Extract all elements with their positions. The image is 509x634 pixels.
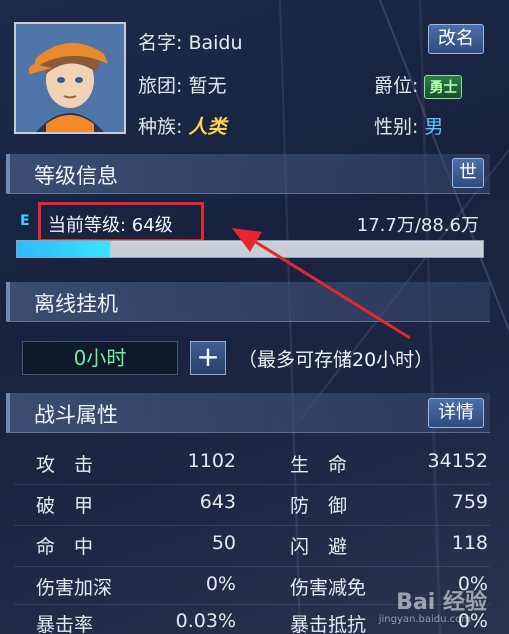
guild-label: 旅团: — [138, 75, 183, 97]
offline-timer: 0小时 — [22, 341, 178, 375]
offline-section-title: 离线挂机 — [34, 292, 118, 316]
stat-label: 暴击率 — [36, 614, 94, 634]
rank-badge: 勇士 — [424, 74, 463, 99]
stat-label: 防 御 — [290, 495, 348, 517]
offline-section-header: 离线挂机 — [6, 282, 490, 322]
stat-label: 命 中 — [36, 536, 94, 558]
avatar[interactable] — [14, 22, 126, 134]
watermark-logo: Bai 经验 — [396, 590, 487, 615]
stat-value: 118 — [451, 532, 488, 554]
level-section-title: 等级信息 — [34, 164, 118, 188]
name-label: 名字: — [138, 32, 183, 54]
stat-value: 759 — [451, 491, 488, 513]
race-label: 种族: — [138, 116, 183, 138]
name-row: 名字: Baidu — [138, 28, 243, 55]
stat-label: 伤害减免 — [290, 577, 367, 599]
stat-value: 0% — [205, 573, 236, 595]
rank-row: 爵位: 勇士 — [374, 71, 463, 99]
stat-value: 643 — [199, 491, 236, 513]
guild-row: 旅团: 暂无 — [138, 71, 226, 98]
race-row: 种族: 人类 — [138, 112, 226, 139]
stat-value: 0.03% — [175, 610, 236, 632]
stat-value: 34152 — [427, 450, 488, 472]
divider — [14, 566, 490, 567]
stat-label: 生 命 — [290, 454, 348, 476]
gender-label: 性别: — [374, 116, 419, 138]
stat-value: 50 — [211, 532, 236, 554]
race-value: 人类 — [188, 116, 227, 138]
divider — [14, 525, 490, 526]
divider — [14, 484, 490, 485]
stat-label: 破 甲 — [36, 495, 94, 517]
name-value: Baidu — [188, 32, 243, 54]
exp-bar — [16, 240, 484, 258]
level-highlight-box — [38, 202, 204, 242]
rank-label: 爵位: — [374, 75, 419, 97]
guild-value: 暂无 — [188, 75, 227, 97]
level-section-header: 等级信息 — [6, 154, 490, 194]
section-accent — [6, 393, 10, 432]
stat-label: 攻 击 — [36, 454, 94, 476]
combat-section-title: 战斗属性 — [34, 403, 118, 427]
character-portrait-icon — [16, 24, 124, 132]
stat-label: 暴击抵抗 — [290, 614, 367, 634]
section-accent — [6, 154, 10, 193]
world-button[interactable]: 世 — [452, 158, 484, 188]
add-offline-time-button[interactable]: + — [190, 341, 226, 375]
details-button[interactable]: 详情 — [428, 398, 484, 428]
stat-label: 伤害加深 — [36, 577, 113, 599]
gender-value: 男 — [424, 116, 444, 138]
offline-note: （最多可存储20小时） — [238, 349, 434, 371]
combat-section-header: 战斗属性 — [6, 393, 490, 433]
rename-button[interactable]: 改名 — [428, 24, 484, 54]
section-accent — [6, 282, 10, 321]
stat-value: 1102 — [187, 450, 236, 472]
watermark-url: jingyan.baidu.com — [378, 614, 471, 625]
level-tag: E — [20, 213, 30, 229]
exp-bar-fill — [17, 241, 111, 257]
gender-row: 性别: 男 — [374, 112, 443, 139]
exp-text: 17.7万/88.6万 — [356, 215, 479, 236]
stat-label: 闪 避 — [290, 536, 348, 558]
